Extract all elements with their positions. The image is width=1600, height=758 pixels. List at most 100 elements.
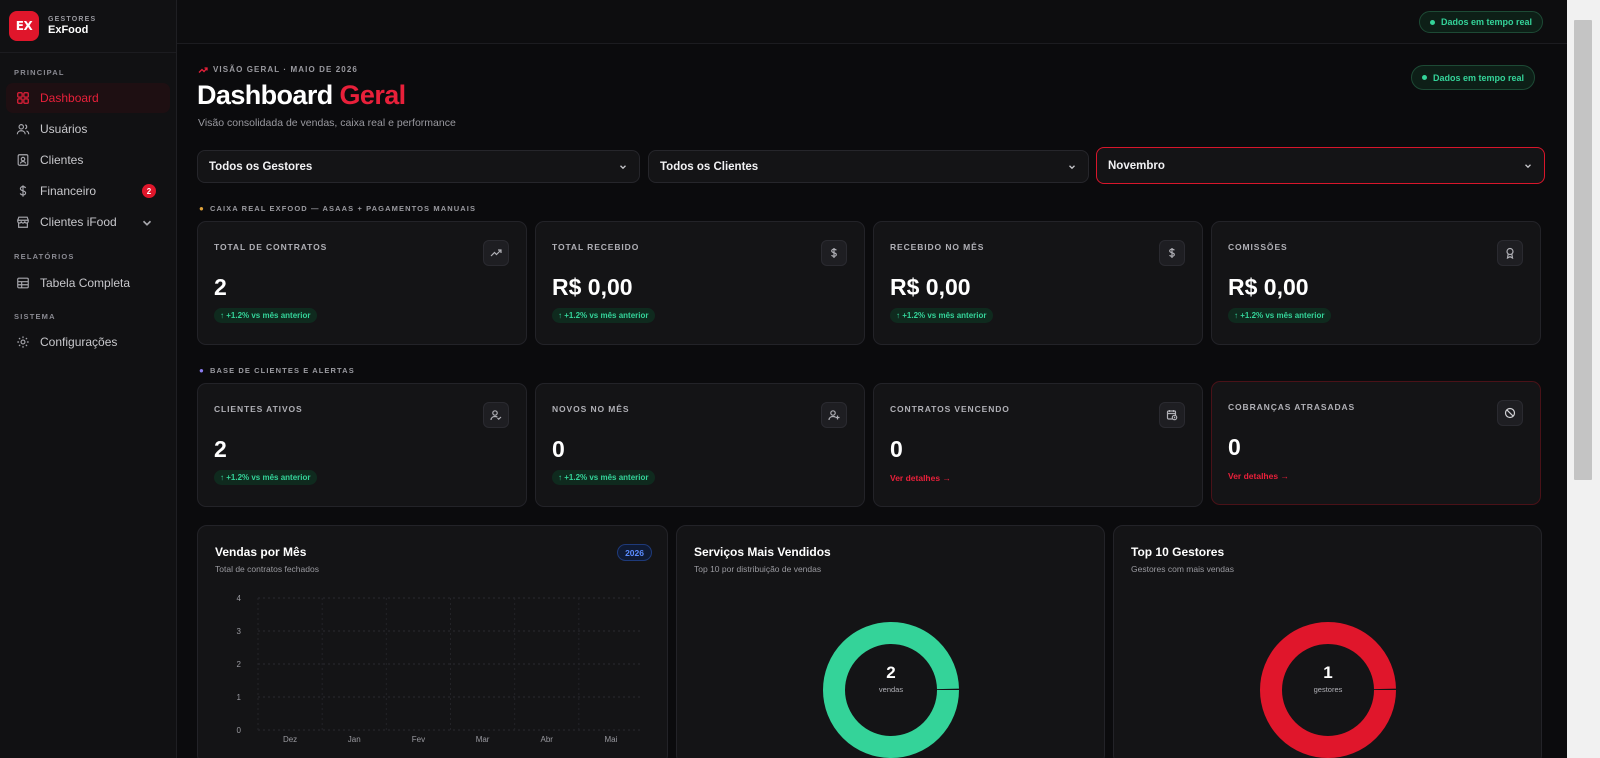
sidebar-item-label: Financeiro (40, 184, 97, 198)
y-tick-label: 2 (237, 660, 242, 669)
kpi-value: R$ 0,00 (552, 274, 633, 300)
sidebar-item-usuarios[interactable]: Usuários (6, 114, 170, 144)
kpi-value: 2 (214, 274, 227, 300)
panel-servicos-mais-vendidos: Serviços Mais Vendidos Top 10 por distri… (676, 525, 1105, 758)
users-icon (16, 124, 30, 135)
page-subtitle: Visão consolidada de vendas, caixa real … (198, 117, 456, 129)
x-tick-label: Fev (412, 735, 425, 744)
donut-center-value: 1 (1323, 663, 1333, 682)
live-data-badge-header: Dados em tempo real (1411, 65, 1536, 90)
chevron-down-icon (1069, 164, 1075, 169)
trending-up-icon (198, 66, 208, 73)
grid-icon (17, 92, 29, 104)
dollar-icon (19, 185, 27, 197)
live-data-badge: Dados em tempo real (1419, 11, 1544, 33)
nav-section-principal: PRINCIPAL (14, 68, 65, 77)
kpi-value: 0 (552, 436, 565, 462)
ver-detalhes-link[interactable]: Ver detalhes → (1228, 471, 1289, 481)
bar-chart: 0 1 2 3 4 Dez Jan Fev Mar Abr Mai (237, 594, 643, 744)
ban-icon (1504, 407, 1516, 419)
donut-center-label: vendas (878, 685, 904, 694)
kpi-total-contratos: TOTAL DE CONTRATOS 2 ↑ +1.2% vs mês ante… (197, 221, 527, 345)
brand-logo: EX (9, 11, 39, 41)
table-icon (17, 277, 29, 289)
trending-up-icon (490, 249, 502, 257)
nav-section-relatorios: RELATÓRIOS (14, 252, 75, 261)
kpi-value: 0 (890, 436, 903, 462)
kpi-clientes-ativos: CLIENTES ATIVOS 2 ↑ +1.2% vs mês anterio… (197, 383, 527, 507)
brand-eyebrow: GESTORES (48, 16, 97, 23)
kpi-cobrancas-atrasadas: COBRANÇAS ATRASADAS 0 Ver detalhes → (1211, 381, 1541, 505)
scrollbar-thumb[interactable] (1574, 20, 1592, 480)
gear-icon (17, 336, 29, 348)
delta-badge: ↑ +1.2% vs mês anterior (214, 470, 317, 485)
section-base-label: ● BASE DE CLIENTES E ALERTAS (199, 366, 355, 375)
kpi-value: R$ 0,00 (1228, 274, 1309, 300)
kpi-contratos-vencendo: CONTRATOS VENCENDO 0 Ver detalhes → (873, 383, 1203, 507)
x-tick-label: Mar (476, 735, 490, 744)
chevron-down-icon (620, 164, 626, 169)
kpi-comissoes: COMISSÕES R$ 0,00 ↑ +1.2% vs mês anterio… (1211, 221, 1541, 345)
user-check-icon (490, 410, 502, 421)
sidebar-item-label: Clientes (40, 153, 84, 167)
notification-badge: 2 (142, 184, 156, 198)
brand-name: ExFood (48, 24, 89, 36)
calendar-clock-icon (1166, 410, 1178, 421)
x-tick-label: Mai (604, 735, 617, 744)
sidebar-item-configuracoes[interactable]: Configurações (6, 327, 170, 357)
chevron-down-icon (1525, 163, 1531, 168)
ver-detalhes-link[interactable]: Ver detalhes → (890, 473, 951, 483)
section-caixa-label: ● CAIXA REAL EXFOOD — ASAAS + PAGAMENTOS… (199, 204, 477, 213)
y-tick-label: 4 (237, 594, 242, 603)
sidebar: EX GESTORES ExFood PRINCIPAL Dashboard U… (0, 0, 177, 758)
delta-badge: ↑ +1.2% vs mês anterior (1228, 308, 1331, 323)
sidebar-item-label: Tabela Completa (40, 276, 131, 290)
nav-section-sistema: SISTEMA (14, 312, 56, 321)
sidebar-item-financeiro[interactable]: Financeiro 2 (6, 176, 170, 206)
chevron-down-icon (142, 220, 152, 226)
kpi-value: 0 (1228, 434, 1241, 460)
top-bar: Dados em tempo real (177, 0, 1567, 44)
page-title: Dashboard Geral (197, 80, 406, 110)
x-tick-label: Abr (541, 735, 554, 744)
money-bag-icon: ● (199, 204, 205, 213)
sidebar-item-label: Usuários (40, 122, 88, 136)
donut-center-label: gestores (1313, 685, 1343, 694)
sidebar-item-label: Dashboard (40, 91, 99, 105)
panel-vendas-por-mes: Vendas por Mês Total de contratos fechad… (197, 525, 668, 758)
kpi-value: R$ 0,00 (890, 274, 971, 300)
dollar-icon (1169, 248, 1175, 258)
mes-select[interactable]: Novembro (1096, 147, 1545, 184)
kpi-novos-mes: NOVOS NO MÊS 0 ↑ +1.2% vs mês anterior (535, 383, 865, 507)
y-tick-label: 0 (237, 726, 242, 735)
page-eyebrow: VISÃO GERAL · MAIO DE 2026 (198, 65, 358, 74)
sidebar-item-clientes-ifood[interactable]: Clientes iFood (6, 207, 170, 237)
kpi-total-recebido: TOTAL RECEBIDO R$ 0,00 ↑ +1.2% vs mês an… (535, 221, 865, 345)
store-icon (17, 216, 29, 228)
clientes-select[interactable]: Todos os Clientes (648, 150, 1089, 183)
donut-chart-gestores (1260, 622, 1396, 758)
sidebar-item-label: Configurações (40, 335, 118, 349)
sidebar-item-tabela-completa[interactable]: Tabela Completa (6, 268, 170, 298)
brand[interactable]: EX GESTORES ExFood (0, 0, 176, 53)
delta-badge: ↑ +1.2% vs mês anterior (214, 308, 317, 323)
gestores-select[interactable]: Todos os Gestores (197, 150, 640, 183)
panel-top-gestores: Top 10 Gestores Gestores com mais vendas… (1113, 525, 1542, 758)
delta-badge: ↑ +1.2% vs mês anterior (552, 470, 655, 485)
live-dot-icon (1422, 75, 1427, 80)
live-dot-icon (1430, 19, 1435, 25)
y-tick-label: 1 (237, 693, 242, 702)
people-icon: ● (199, 366, 205, 375)
kpi-value: 2 (214, 436, 227, 462)
award-icon (1506, 247, 1514, 259)
y-tick-label: 3 (237, 627, 242, 636)
x-tick-label: Dez (283, 735, 297, 744)
delta-badge: ↑ +1.2% vs mês anterior (552, 308, 655, 323)
sidebar-item-label: Clientes iFood (40, 215, 117, 229)
sidebar-item-clientes[interactable]: Clientes (6, 145, 170, 175)
kpi-recebido-mes: RECEBIDO NO MÊS R$ 0,00 ↑ +1.2% vs mês a… (873, 221, 1203, 345)
user-plus-icon (828, 410, 840, 421)
x-tick-label: Jan (348, 735, 361, 744)
sidebar-item-dashboard[interactable]: Dashboard (6, 83, 170, 113)
donut-center-value: 2 (886, 663, 896, 682)
